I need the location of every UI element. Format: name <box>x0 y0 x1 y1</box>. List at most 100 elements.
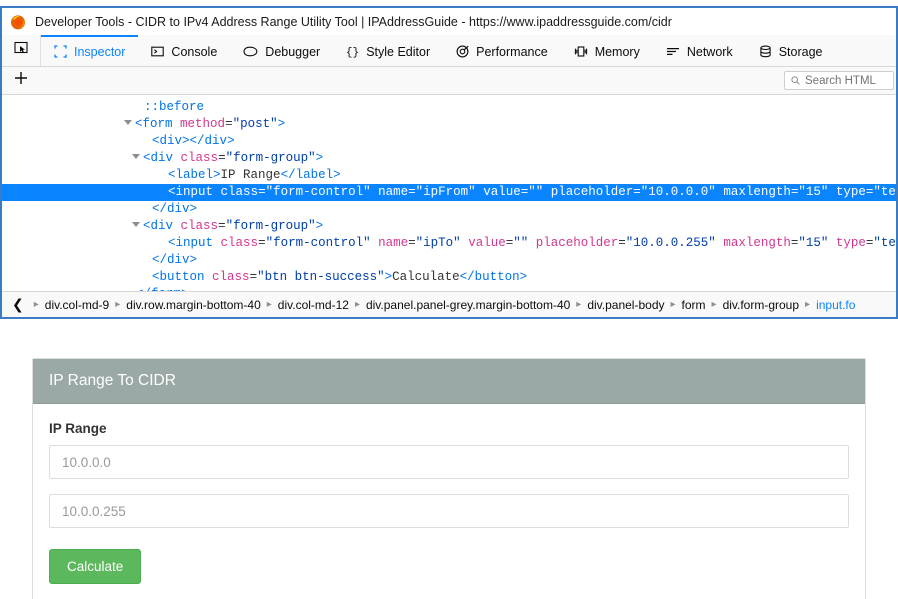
markup-token-attr: placeholder <box>550 185 634 199</box>
tab-label-console: Console <box>171 44 218 59</box>
markup-token-punc: ></ <box>182 134 205 148</box>
markup-token-txt <box>205 270 213 284</box>
markup-token-punc: > <box>333 168 341 182</box>
expand-twisty-icon[interactable] <box>132 154 140 160</box>
markup-token-val: "10.0.0.255" <box>625 236 716 250</box>
breadcrumb[interactable]: ❮ ▸ div.col-md-9 ▸ div.row.margin-bottom-40… <box>2 291 896 317</box>
breadcrumb-item[interactable]: div.form-group <box>721 298 801 312</box>
expand-twisty-icon[interactable] <box>132 222 140 228</box>
markup-token-txt: = <box>218 219 226 233</box>
inspector-icon <box>54 45 67 58</box>
markup-line[interactable]: ::before <box>2 99 896 116</box>
markup-token-punc: > <box>277 117 286 131</box>
markup-token-punc: > <box>213 168 221 182</box>
breadcrumb-item[interactable]: input.fo <box>814 298 857 312</box>
markup-token-val: "text" <box>873 185 896 199</box>
tab-console[interactable]: Console <box>138 35 230 66</box>
tab-style-editor[interactable]: {} Style Editor <box>333 35 443 66</box>
markup-token-punc: > <box>384 270 393 284</box>
ip-range-label: IP Range <box>49 421 107 436</box>
markup-token-val: "form-control" <box>265 236 371 250</box>
ip-from-input[interactable] <box>49 445 849 479</box>
markup-line[interactable]: </div> <box>2 252 896 269</box>
markup-token-tag: form <box>142 117 173 131</box>
markup-token-val: "form-group" <box>225 151 316 165</box>
markup-token-txt: = <box>408 236 416 250</box>
markup-token-val: "ipFrom" <box>415 185 476 199</box>
breadcrumb-item[interactable]: div.col-md-12 <box>276 298 351 312</box>
element-picker-button[interactable] <box>2 35 41 66</box>
markup-token-punc: > <box>189 202 198 216</box>
search-icon <box>791 72 800 90</box>
markup-token-txt <box>213 185 221 199</box>
markup-line[interactable]: </div> <box>2 201 896 218</box>
markup-token-attr: maxlength <box>723 185 791 199</box>
markup-token-attr: class <box>180 219 219 233</box>
markup-token-punc: </ <box>152 202 168 216</box>
markup-token-attr: value <box>483 185 521 199</box>
markup-token-txt <box>173 151 181 165</box>
breadcrumb-back-button[interactable]: ❮ <box>8 297 30 313</box>
markup-token-val: "text" <box>873 236 896 250</box>
markup-token-val: "" <box>528 185 544 199</box>
style-editor-icon: {} <box>346 45 359 58</box>
firefox-logo-icon <box>10 14 26 30</box>
markup-token-tag: div <box>204 134 228 148</box>
markup-token-txt: = <box>258 185 266 199</box>
background-page-text: ⌐ ⌐ ⌐⌐ ⌐ ⌐ ⌐ ⌐⌐ ⌐ CIDR ⌐ CIDR IP ⌐⌐ ⌐ ⌐ … <box>0 0 898 3</box>
markup-token-attr: maxlength <box>723 236 791 250</box>
add-node-button[interactable] <box>2 68 40 94</box>
markup-line[interactable]: <div></div> <box>2 133 896 150</box>
markup-token-txt <box>371 236 379 250</box>
markup-token-attr: method <box>180 117 226 131</box>
markup-line[interactable]: <label>IP Range</label> <box>2 167 896 184</box>
breadcrumb-item[interactable]: div.panel-body <box>585 298 666 312</box>
markup-token-punc: < <box>168 168 176 182</box>
element-picker-icon <box>13 41 29 61</box>
devtools-toolbar: Inspector Console Debugger {} Style Edit… <box>2 35 896 67</box>
markup-token-val: "ipTo" <box>415 236 461 250</box>
page-title: IP Range To CIDR <box>49 372 176 389</box>
markup-line[interactable]: <form method="post"> <box>2 116 896 133</box>
tab-inspector[interactable]: Inspector <box>41 35 139 66</box>
breadcrumb-item[interactable]: div.col-md-9 <box>43 298 111 312</box>
plus-icon <box>14 71 28 90</box>
search-html-box[interactable]: Search HTML <box>784 71 894 90</box>
markup-token-tag: div <box>167 253 190 267</box>
markup-token-attr: class <box>220 185 259 199</box>
tab-label-inspector: Inspector <box>74 44 126 59</box>
search-input[interactable]: Search HTML <box>805 75 876 87</box>
breadcrumb-separator-icon: ▸ <box>354 299 360 310</box>
markup-token-attr: type <box>835 185 866 199</box>
tab-label-debugger: Debugger <box>265 44 321 59</box>
markup-token-punc: </ <box>280 168 296 182</box>
panel-heading: IP Range To CIDR <box>33 359 865 404</box>
expand-twisty-icon[interactable] <box>124 120 132 126</box>
ip-to-input[interactable] <box>49 494 849 528</box>
markup-line[interactable]: <button class="btn btn-success">Calculat… <box>2 269 896 286</box>
markup-line[interactable]: <div class="form-group"> <box>2 150 896 167</box>
network-icon <box>666 45 680 58</box>
tab-performance[interactable]: Performance <box>443 35 561 66</box>
markup-line[interactable]: <input class="form-control" name="ipTo" … <box>2 235 896 252</box>
tab-network[interactable]: Network <box>653 35 746 66</box>
breadcrumb-item[interactable]: div.row.margin-bottom-40 <box>124 298 263 312</box>
markup-tree[interactable]: ::before <form method="post"> <div></div> <… <box>2 95 896 293</box>
tab-storage[interactable]: Storage <box>746 35 836 66</box>
breadcrumb-item[interactable]: form <box>680 298 708 312</box>
markup-token-txt <box>543 185 551 199</box>
tab-label-performance: Performance <box>476 44 548 59</box>
performance-icon <box>456 45 469 58</box>
markup-line[interactable]: <div class="form-group"> <box>2 218 896 235</box>
tab-debugger[interactable]: Debugger <box>230 35 333 66</box>
markup-token-tag: div <box>159 134 183 148</box>
calculate-button[interactable]: Calculate <box>49 549 142 584</box>
svg-text:{}: {} <box>346 47 359 58</box>
memory-icon <box>574 45 588 58</box>
markup-token-tag: button <box>159 270 205 284</box>
tab-memory[interactable]: Memory <box>561 35 653 66</box>
markup-line-selected[interactable]: <input class="form-control" name="ipFrom… <box>2 184 896 201</box>
breadcrumb-item[interactable]: div.panel.panel-grey.margin-bottom-40 <box>364 298 572 312</box>
markup-token-txt: Calculate <box>392 270 460 284</box>
tab-label-style-editor: Style Editor <box>366 44 431 59</box>
